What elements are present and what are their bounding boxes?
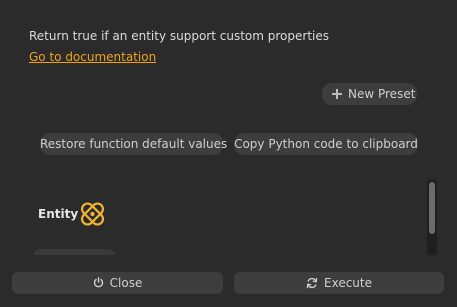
footer-bar: Close Execute [0,263,457,307]
entity-param-label: Entity [38,207,79,221]
plus-icon [332,89,342,99]
vertical-scrollbar[interactable] [427,180,437,255]
scrollbar-thumb[interactable] [429,182,435,234]
documentation-link[interactable]: Go to documentation [29,50,156,64]
close-button[interactable]: Close [12,272,223,294]
execute-button[interactable]: Execute [234,272,444,294]
restore-defaults-button[interactable]: Restore function default values [40,133,227,155]
new-preset-label: New Preset [348,87,416,101]
power-icon [93,277,103,288]
parameter-widget[interactable] [33,249,115,255]
close-label: Close [109,276,143,290]
entity-icon[interactable] [77,199,108,229]
execute-label: Execute [324,276,372,290]
copy-python-button[interactable]: Copy Python code to clipboard [234,133,418,155]
new-preset-button[interactable]: New Preset [322,83,417,105]
function-panel: Return true if an entity support custom … [0,0,425,255]
refresh-icon [306,277,318,288]
function-description: Return true if an entity support custom … [29,29,329,43]
